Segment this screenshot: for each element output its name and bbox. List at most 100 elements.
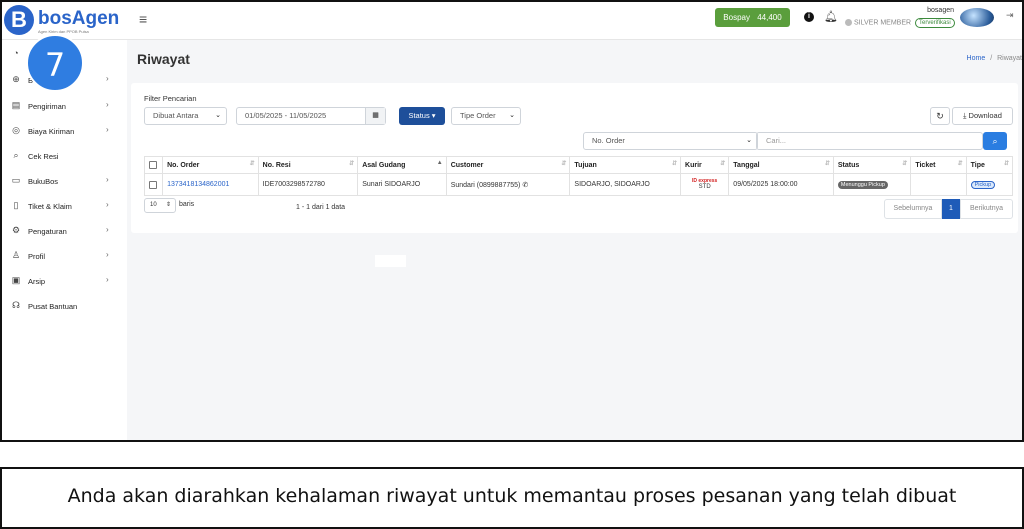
calendar-icon[interactable]: ▦ [365, 108, 385, 124]
sidebar-item-tiket-klaim[interactable]: ▯ Tiket & Klaim › [2, 196, 127, 216]
blank-overlay [375, 255, 406, 267]
sort-icon: ⇵ [957, 161, 963, 167]
column-header-label: Asal Gudang [362, 161, 406, 169]
bospay-balance-button[interactable]: Bospay 44,400 [715, 8, 790, 27]
list-icon: ▤ [11, 100, 21, 110]
column-header[interactable]: Kurir ⇵ [680, 156, 730, 174]
column-header[interactable]: Tipe ⇵ [965, 156, 1014, 174]
chevron-right-icon: › [106, 275, 109, 284]
sidebar: ◔ ⊕ B › ▤ Pengiriman › ◎ Biaya Kiriman ›… [2, 40, 127, 440]
pagination-info: 1 - 1 dari 1 data [296, 204, 346, 211]
sidebar-item-bukubos[interactable]: ▭ BukuBos › [2, 171, 127, 191]
book-icon: ▭ [11, 175, 21, 185]
order-history-table: No. Order ⇵ No. Resi ⇵ Asal Gudang ▲ Custom… [143, 156, 1014, 196]
sidebar-item-label: Profil [28, 252, 46, 261]
rows-per-page-value: 10 [150, 202, 157, 208]
dashboard-icon: ◔ [13, 48, 19, 58]
date-mode-select[interactable]: Dibuat Antara ⌄ [144, 107, 227, 125]
avatar[interactable] [960, 8, 994, 27]
sidebar-item-cek-resi[interactable]: ⌕ Cek Resi [2, 146, 127, 166]
verified-badge: Terverifikasi [915, 18, 955, 28]
step-number-badge: 7 [26, 34, 84, 92]
sort-asc-icon: ▲ [436, 160, 443, 166]
courier-service: STD [698, 184, 711, 190]
order-number-link[interactable]: 1373418134862001 [167, 181, 229, 188]
pagination-page-1[interactable]: 1 [942, 199, 960, 219]
history-card: Filter Pencarian Dibuat Antara ⌄ 01/05/2… [131, 83, 1018, 233]
sidebar-item-profil[interactable]: ♙ Profil › [2, 246, 127, 266]
sort-icon: ⇵ [672, 161, 678, 167]
ticket-cell [910, 173, 967, 196]
date-range-value: 01/05/2025 - 11/05/2025 [245, 111, 327, 120]
info-icon[interactable]: i [804, 12, 814, 22]
location-icon: ◎ [12, 125, 20, 135]
column-header[interactable]: Tanggal ⇵ [728, 156, 834, 174]
caption-box: Anda akan diarahkan kehalaman riwayat un… [0, 467, 1024, 529]
bospay-label: Bospay [723, 13, 750, 22]
logo-mark: B [4, 5, 34, 35]
logo-tagline: Agen Kirim dan PPOB Pulsa [38, 29, 89, 34]
order-type-value: Tipe Order [460, 111, 496, 120]
sidebar-item-label: Pusat Bantuan [28, 302, 78, 311]
date-mode-value: Dibuat Antara [153, 111, 199, 120]
download-button[interactable]: ⤓ Download [952, 107, 1013, 125]
date-range-input[interactable]: 01/05/2025 - 11/05/2025 ▦ [236, 107, 386, 125]
sort-icon: ⇵ [349, 161, 355, 167]
bell-icon[interactable]: 🔔︎ [824, 10, 838, 23]
sidebar-item-pengiriman[interactable]: ▤ Pengiriman › [2, 96, 127, 116]
sidebar-item-label: Biaya Kiriman [28, 127, 75, 136]
select-all-checkbox[interactable] [149, 161, 157, 169]
column-header[interactable]: Status ⇵ [832, 156, 912, 174]
column-header[interactable]: Customer ⇵ [445, 156, 571, 174]
row-checkbox[interactable] [149, 180, 157, 189]
breadcrumb-home-link[interactable]: Home [967, 55, 986, 62]
hamburger-icon[interactable]: ≡ [139, 11, 147, 27]
chevron-right-icon: › [106, 250, 109, 259]
breadcrumb: Home / Riwayat [942, 55, 1022, 62]
sidebar-item-label: Cek Resi [28, 152, 59, 161]
column-header[interactable]: Ticket ⇵ [910, 156, 967, 174]
column-header[interactable]: No. Resi ⇵ [257, 156, 359, 174]
chevron-down-icon: ⌄ [215, 112, 221, 119]
order-number-cell: 1373418134862001 [162, 173, 259, 196]
status-dropdown-button[interactable]: Status ▾ [399, 107, 445, 125]
refresh-icon: ↻ [936, 111, 944, 121]
search-field-select[interactable]: No. Order ⌄ [583, 132, 758, 150]
search-button[interactable]: ⌕ [983, 132, 1007, 150]
customer-name: Sundari (0899887755) [450, 181, 521, 189]
whatsapp-icon[interactable]: ✆ [522, 182, 528, 189]
origin-warehouse-cell: Sunari SIDOARJO [357, 173, 447, 196]
column-header[interactable]: Asal Gudang ▲ [357, 156, 447, 174]
search-input[interactable]: Cari... [756, 132, 983, 150]
pagination-next-button[interactable]: Berikutnya [960, 199, 1013, 219]
sidebar-item-pengaturan[interactable]: ⚙ Pengaturan › [2, 221, 127, 241]
chevron-right-icon: › [106, 125, 109, 134]
sort-icon: ⇵ [561, 161, 567, 167]
type-cell: Pickup [965, 173, 1014, 196]
rows-per-page-select[interactable]: 10 ⇕ [144, 198, 176, 213]
sidebar-item-arsip[interactable]: ▣ Arsip › [2, 271, 127, 291]
search-icon: ⌕ [992, 136, 998, 146]
app-window: B bosAgen Agen Kirim dan PPOB Pulsa ≡ Bo… [0, 0, 1024, 442]
member-level-label: SILVER MEMBER [854, 19, 912, 27]
sidebar-item-label: BukuBos [28, 177, 59, 186]
sidebar-item-pusat-bantuan[interactable]: ☊ Pusat Bantuan [2, 296, 127, 316]
refresh-button[interactable]: ↻ [930, 107, 950, 125]
logo[interactable]: B bosAgen Agen Kirim dan PPOB Pulsa [4, 4, 126, 38]
bospay-amount: 44,400 [757, 13, 782, 22]
user-name[interactable]: bosagen [922, 7, 954, 14]
column-header-label: Tanggal [733, 161, 760, 169]
sort-icon: ⇵ [902, 161, 908, 167]
order-type-select[interactable]: Tipe Order ⌄ [451, 107, 521, 125]
search-icon: ⌕ [13, 150, 19, 160]
chevron-right-icon: › [106, 225, 109, 234]
column-header-label: Status [837, 161, 860, 169]
pagination-prev-button[interactable]: Sebelumnya [884, 199, 942, 219]
logout-icon[interactable]: ⇥ [1006, 10, 1014, 21]
chevron-right-icon: › [106, 74, 109, 83]
column-header[interactable]: Tujuan ⇵ [569, 156, 682, 174]
top-navbar: B bosAgen Agen Kirim dan PPOB Pulsa ≡ Bo… [2, 2, 1022, 40]
column-header[interactable]: No. Order ⇵ [162, 156, 259, 174]
headset-icon: ☊ [12, 300, 20, 310]
sidebar-item-biaya-kiriman[interactable]: ◎ Biaya Kiriman › [2, 121, 127, 141]
